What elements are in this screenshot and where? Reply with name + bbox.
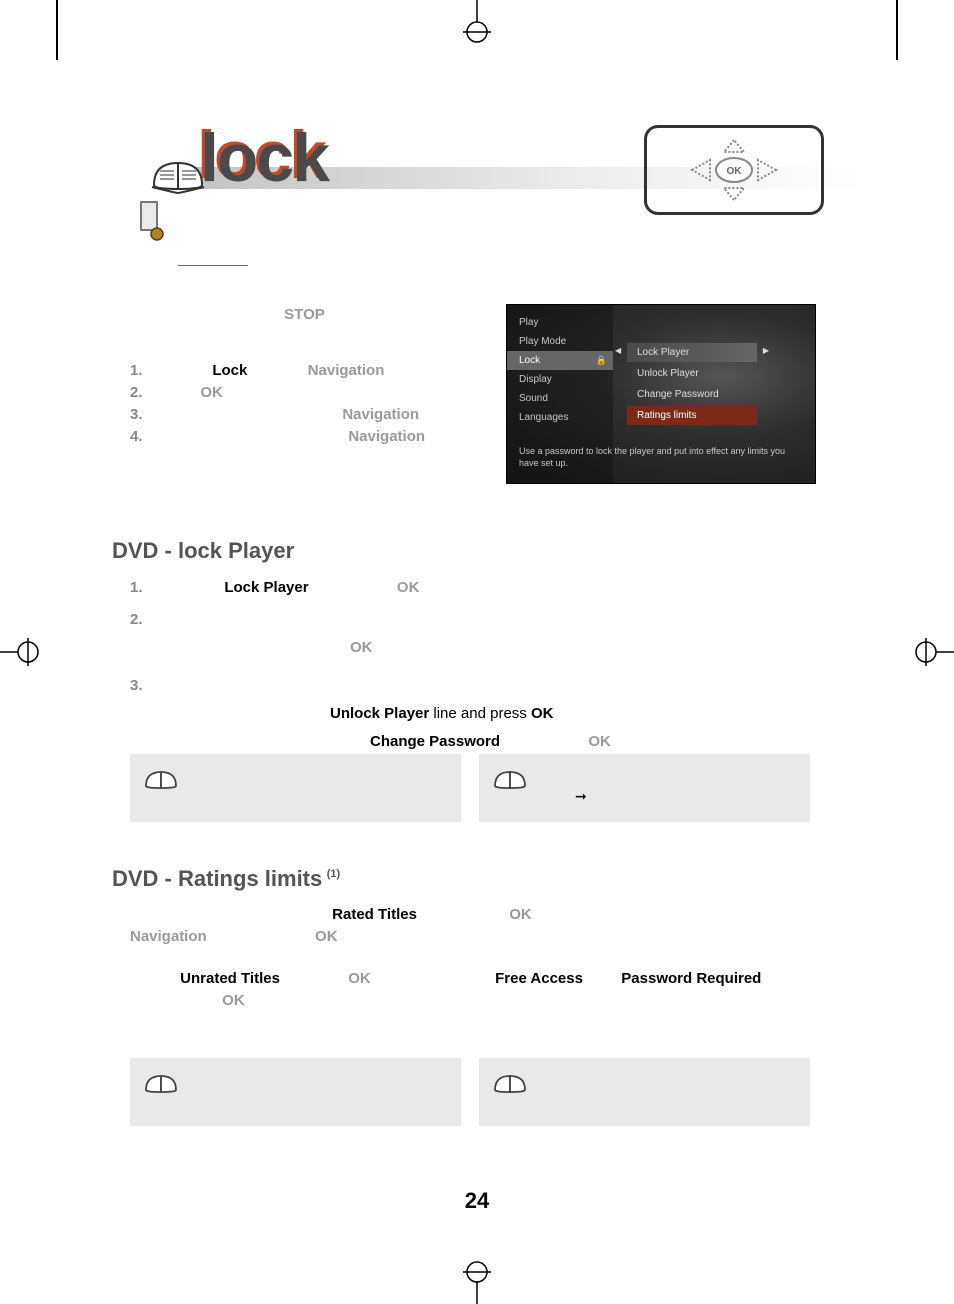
navigation-label: Navigation	[342, 406, 419, 423]
navigation-label: Navigation	[130, 928, 207, 945]
osd-option-selected: Lock Player	[627, 343, 757, 362]
registration-mark-bottom	[457, 1256, 497, 1304]
osd-screenshot: Play Play Mode Lock 🔒 Display Sound Lang…	[506, 304, 816, 484]
lock-label: Lock	[212, 362, 247, 379]
osd-right-menu: Lock Player Unlock Player Change Passwor…	[627, 343, 757, 427]
ok-label: OK	[588, 733, 611, 750]
lock-steps: 1. Lock Player OK 2. OK 3. Unlock Player…	[130, 574, 854, 756]
page-content: lock lock OK STOP	[60, 60, 894, 1244]
access-steps: 1. Lock Navigation 2. OK 3. Navigation 4…	[130, 360, 425, 448]
section-lock-player: DVD - lock Player 1. Lock Player OK 2. O…	[112, 538, 854, 756]
ok-label: OK	[348, 970, 371, 987]
stop-label: STOP	[284, 306, 325, 323]
unrated-titles-label: Unrated Titles	[180, 970, 280, 987]
ok-label: OK	[315, 928, 338, 945]
arrow-icon: ➞	[575, 788, 587, 804]
ok-label: OK	[222, 992, 245, 1009]
note-box	[479, 1058, 810, 1126]
osd-menu-item-selected: Lock 🔒	[507, 351, 613, 370]
registration-mark-left	[0, 632, 44, 672]
osd-menu-item: Languages	[519, 408, 613, 427]
crop-mark	[896, 0, 898, 60]
registration-mark-top	[457, 0, 497, 48]
divider	[178, 265, 248, 266]
registration-mark-right	[910, 632, 954, 672]
inline-text: line and press	[433, 705, 526, 722]
unlock-player-label: Unlock Player	[330, 705, 429, 722]
note-box	[130, 754, 461, 822]
osd-menu-item: Display	[519, 370, 613, 389]
osd-help-text: Use a password to lock the player and pu…	[519, 445, 803, 469]
ratings-body: Rated Titles OK Navigation OK Unrated Ti…	[130, 904, 854, 1012]
page-number: 24	[465, 1188, 489, 1214]
note-row-2	[130, 1058, 810, 1126]
stop-line: STOP	[130, 306, 325, 323]
crop-mark	[56, 0, 58, 60]
osd-menu-item: Play Mode	[519, 332, 613, 351]
change-password-label: Change Password	[370, 733, 500, 750]
page-title: lock lock	[200, 119, 328, 197]
lock-player-label: Lock Player	[224, 579, 308, 596]
note-box: ➞	[479, 754, 810, 822]
attention-icon	[135, 200, 167, 247]
free-access-label: Free Access	[495, 970, 583, 987]
navigation-label: Navigation	[348, 428, 425, 445]
osd-option: Unlock Player	[627, 364, 757, 383]
open-book-icon	[493, 1070, 529, 1101]
svg-text:OK: OK	[727, 166, 743, 177]
navigation-label: Navigation	[308, 362, 385, 379]
osd-option-highlight: Ratings limits	[627, 406, 757, 425]
note-row-1: ➞	[130, 754, 810, 822]
note-box	[130, 1058, 461, 1126]
ok-label: OK	[397, 579, 420, 596]
ok-label: OK	[509, 906, 532, 923]
section-ratings-limits: DVD - Ratings limits (1) Rated Titles OK…	[112, 866, 854, 1012]
section-heading: DVD - Ratings limits (1)	[112, 866, 854, 892]
open-book-icon	[144, 1070, 180, 1101]
ok-label: OK	[350, 639, 373, 656]
osd-menu-item: Sound	[519, 389, 613, 408]
section-heading: DVD - lock Player	[112, 538, 854, 564]
ok-label: OK	[531, 705, 554, 722]
open-book-icon	[144, 766, 180, 797]
page-header: lock lock OK	[100, 95, 864, 215]
rated-titles-label: Rated Titles	[332, 906, 417, 923]
password-required-label: Password Required	[621, 970, 761, 987]
open-book-icon	[493, 766, 529, 797]
lock-icon: 🔒	[596, 355, 607, 366]
remote-nav-diagram: OK	[644, 125, 824, 215]
ok-label: OK	[200, 384, 223, 401]
osd-option: Change Password	[627, 385, 757, 404]
osd-menu-item: Play	[519, 313, 613, 332]
